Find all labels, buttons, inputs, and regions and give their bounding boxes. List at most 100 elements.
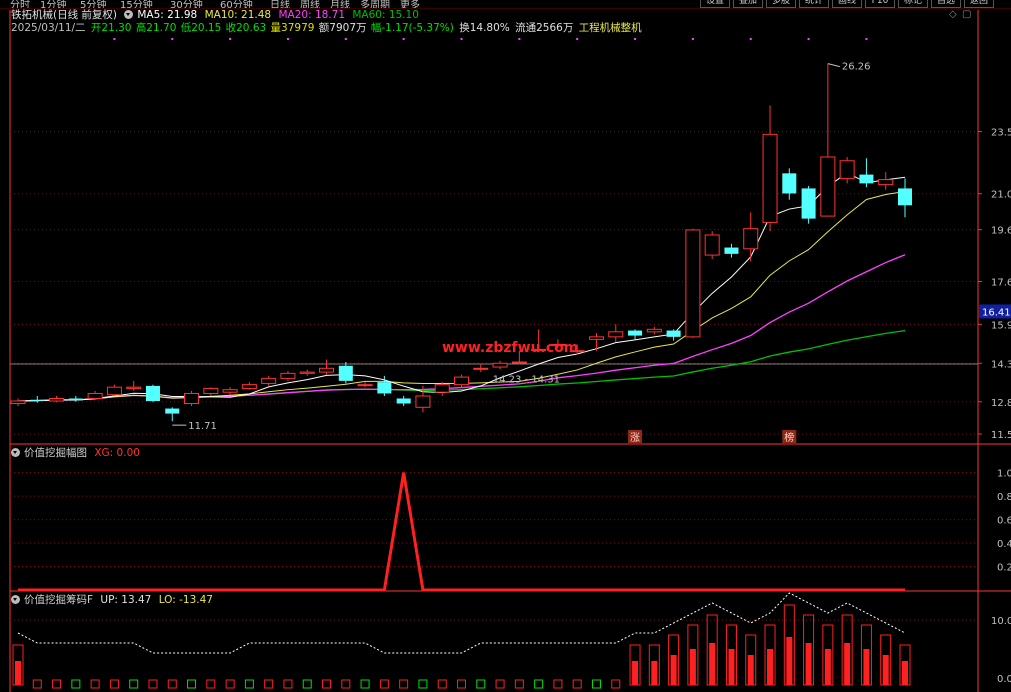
- toolbar-tab-0[interactable]: 设置: [700, 0, 730, 8]
- candle-body-up: [241, 384, 257, 389]
- toolbar-item-0[interactable]: 分时: [10, 0, 30, 8]
- toolbar-item-6[interactable]: 日线: [270, 0, 290, 8]
- toolbar-tab-2[interactable]: 多股: [766, 0, 796, 8]
- watermark: www.zbzfwu.com: [442, 340, 578, 356]
- up-tag-box: [628, 430, 643, 443]
- current-price-box: [979, 304, 1011, 319]
- chip-bar-small: [399, 679, 409, 689]
- chip-bar-outline: [841, 614, 853, 686]
- candle-body-down: [338, 365, 353, 381]
- candle-body-up: [569, 350, 585, 353]
- ma10-label: MA10: 21.48: [204, 9, 272, 21]
- candle-body-up: [203, 387, 219, 394]
- toolbar-tab-7[interactable]: 自选: [931, 0, 961, 8]
- toolbar-item-7[interactable]: 周线: [300, 0, 320, 8]
- ma20-label: MA20: 18.71: [278, 9, 346, 21]
- chip-bar-fill: [902, 661, 908, 685]
- signal-dot: [634, 38, 637, 40]
- chip-bar-small: [418, 679, 428, 689]
- chip-bar-small: [264, 679, 274, 689]
- candle-body-down: [145, 385, 160, 402]
- quote-industry[interactable]: 工程机械整机: [579, 22, 642, 34]
- ma20-line: [17, 254, 906, 402]
- quote-close: 收20.63: [225, 22, 267, 34]
- chip-bar-fill: [882, 655, 889, 685]
- chip-bar-small: [52, 679, 62, 689]
- toolbar-tab-4[interactable]: 画线: [832, 0, 862, 8]
- candle-body-up: [319, 367, 335, 373]
- candle-body-up: [454, 376, 469, 386]
- panel2-title[interactable]: 价值挖掘幅图: [24, 447, 87, 459]
- ma60-line: [17, 329, 906, 402]
- chip-bar-small: [457, 679, 466, 689]
- panel2-circle-icon[interactable]: [11, 448, 20, 457]
- period-label[interactable]: (日线 前复权): [53, 9, 117, 21]
- chip-bar-fill: [670, 655, 677, 685]
- quote-high: 高21.70: [135, 22, 177, 34]
- low-annotation: 11.71: [188, 421, 217, 432]
- chip-bar-outline: [648, 644, 660, 686]
- toolbar-item-9[interactable]: 多周期: [360, 0, 390, 8]
- panel2-tick-label: 0.20: [997, 563, 1011, 574]
- settings-circle-icon[interactable]: [124, 10, 134, 19]
- toolbar-item-10[interactable]: 更多: [400, 0, 420, 8]
- other-tag-box: [782, 430, 797, 443]
- kline-chart: 23.56 21.09 19.66 17.60 15.90 14.35 12.82 11.54…: [9, 10, 1011, 692]
- toolbar-tab-1[interactable]: 叠加: [733, 0, 763, 8]
- candle-body-up: [646, 328, 662, 333]
- panel3-circle-icon[interactable]: [11, 595, 20, 604]
- square-icon[interactable]: ▢: [962, 9, 971, 20]
- chip-bar-fill: [767, 649, 774, 685]
- stock-name[interactable]: 铁拓机械: [11, 9, 53, 21]
- quote-line: 2025/03/11/二 开21.30 高21.70 低20.15 收20.63…: [11, 22, 646, 35]
- candle-body-up: [184, 392, 200, 405]
- panel2-header: 价值挖掘幅图 XG: 0.00: [11, 447, 144, 460]
- candle-body-down: [724, 247, 739, 254]
- toolbar-item-2[interactable]: 5分钟: [80, 0, 106, 8]
- candle-body-up: [608, 331, 624, 338]
- toolbar-tab-5[interactable]: F10: [865, 0, 895, 8]
- toolbar-tab-8[interactable]: 返回: [964, 0, 994, 8]
- signal-dot: [402, 38, 405, 40]
- ma5-label: MA5: 21.98: [137, 9, 198, 21]
- ma60-label: MA60: 15.10: [352, 9, 419, 21]
- toolbar-tab-6[interactable]: 标记: [898, 0, 928, 8]
- quote-low: 低20.15: [180, 22, 222, 34]
- candle-body-down: [898, 188, 912, 206]
- chip-bar-fill: [824, 649, 831, 685]
- candle-body-up: [87, 392, 103, 399]
- panel3-header: 价值挖掘筹码F UP: 13.47 LO: -13.47: [11, 594, 217, 607]
- candle-body-up: [10, 400, 26, 405]
- chip-bar-small: [591, 679, 601, 689]
- toolbar-tab-3[interactable]: 统计: [799, 0, 829, 8]
- chip-bar-fill: [805, 643, 812, 685]
- main-tick-label: 15.90: [991, 320, 1011, 331]
- candle-body-up: [743, 228, 759, 250]
- chip-bar-outline: [764, 624, 776, 686]
- candle-body-up: [820, 156, 836, 217]
- candle-body-up: [685, 229, 701, 338]
- chip-bar-fill: [863, 649, 870, 685]
- signal-dot: [691, 38, 694, 40]
- chip-bar-small: [244, 679, 254, 689]
- candle-body-down: [782, 173, 797, 194]
- candle-body-down: [68, 398, 83, 401]
- candle-body-down: [396, 398, 411, 404]
- candle-body-down: [859, 174, 874, 184]
- panel2-tick-label: 0.80: [997, 492, 1011, 503]
- panel3-lo-label: LO: -13.47: [158, 594, 213, 606]
- diamond-icon[interactable]: ◇: [949, 9, 957, 20]
- toolbar-item-8[interactable]: 月线: [330, 0, 350, 8]
- candle-body-up: [280, 372, 296, 379]
- toolbar-item-5[interactable]: 60分钟: [220, 0, 253, 8]
- chip-bar-outline: [706, 614, 718, 686]
- main-tick-label: 21.09: [991, 190, 1011, 201]
- toolbar-item-3[interactable]: 15分钟: [120, 0, 153, 8]
- candle-body-up: [762, 133, 778, 223]
- panel3-title[interactable]: 价值挖掘筹码F: [24, 594, 93, 606]
- chip-bar-fill: [15, 661, 21, 685]
- toolbar-item-1[interactable]: 1分钟: [40, 0, 66, 8]
- chip-bar-outline: [668, 634, 680, 686]
- panel2-xg-label: XG: 0.00: [94, 447, 140, 459]
- toolbar-item-4[interactable]: 30分钟: [170, 0, 203, 8]
